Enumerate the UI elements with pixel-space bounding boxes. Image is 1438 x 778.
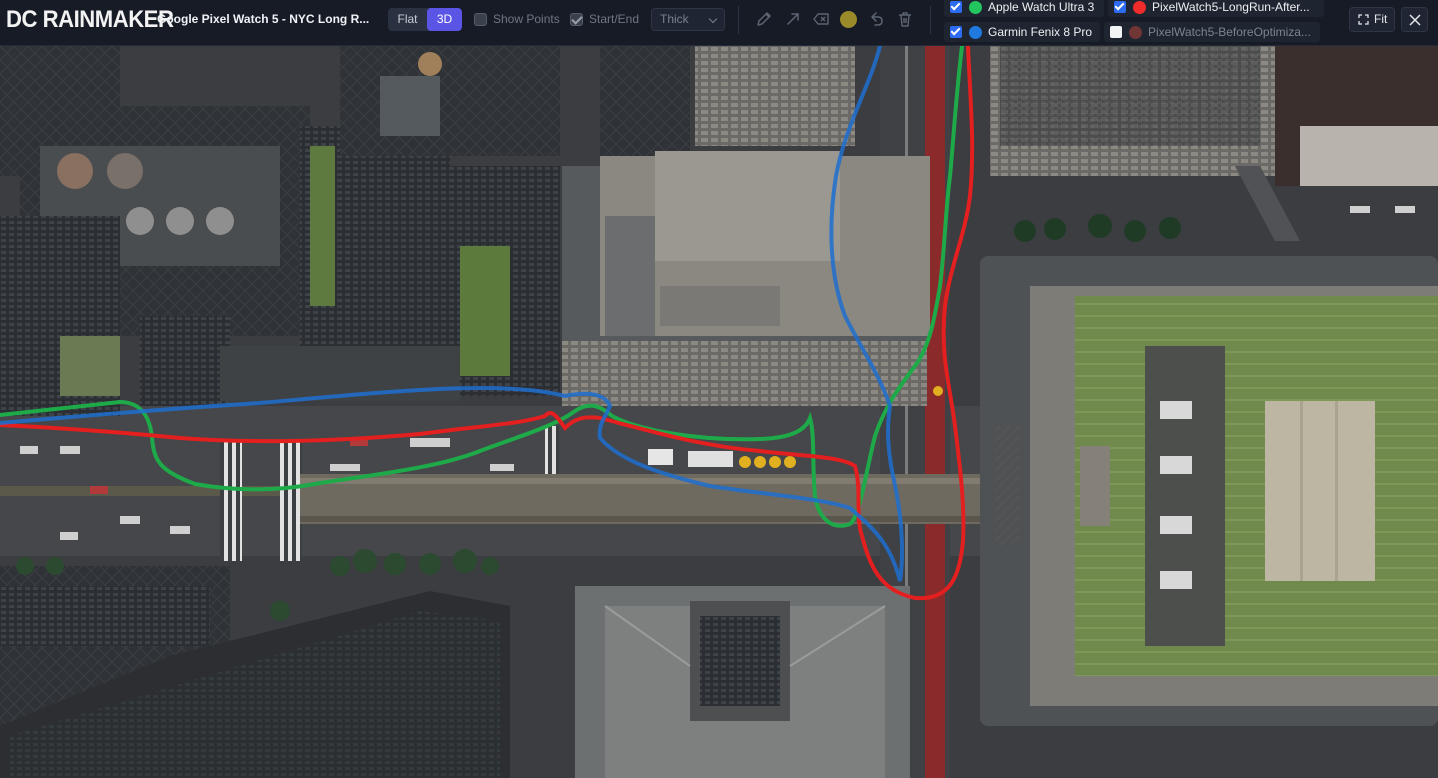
- layer-color-dot[interactable]: [1129, 25, 1142, 39]
- layer-name: Garmin Fenix 8 Pro: [988, 25, 1093, 39]
- satellite-imagery: [0, 46, 1438, 778]
- layer-color-dot[interactable]: [969, 0, 982, 14]
- layer-name: PixelWatch5-LongRun-After...: [1152, 0, 1310, 14]
- view-mode-toggle: Flat 3D: [388, 8, 462, 31]
- close-button[interactable]: [1401, 7, 1428, 32]
- layer-item[interactable]: PixelWatch5-LongRun-After...: [1108, 0, 1324, 17]
- layer-visibility-checkbox[interactable]: [1110, 26, 1122, 38]
- pencil-icon[interactable]: [755, 10, 773, 28]
- layer-visibility-checkbox[interactable]: [950, 26, 962, 38]
- toolbar-divider: [738, 6, 739, 34]
- expand-icon: [1358, 14, 1369, 25]
- app-logo[interactable]: DC RAINMAKER: [6, 7, 174, 33]
- toolbar-divider: [930, 6, 931, 34]
- show-points-toggle[interactable]: Show Points: [474, 12, 560, 26]
- page-title: Google Pixel Watch 5 - NYC Long R...: [157, 12, 370, 26]
- fit-button[interactable]: Fit: [1349, 7, 1395, 32]
- trash-icon[interactable]: [896, 10, 914, 28]
- toolbar: DC RAINMAKER Google Pixel Watch 5 - NYC …: [0, 0, 1438, 46]
- line-width-select[interactable]: Thick: [651, 8, 725, 31]
- undo-icon[interactable]: [867, 10, 885, 28]
- close-icon: [1409, 14, 1421, 26]
- layer-item[interactable]: Apple Watch Ultra 3: [944, 0, 1104, 17]
- start-end-label: Start/End: [589, 12, 640, 26]
- color-swatch[interactable]: [840, 11, 857, 28]
- show-points-checkbox[interactable]: [474, 12, 487, 26]
- show-points-label: Show Points: [493, 12, 560, 26]
- chevron-down-icon: [708, 14, 718, 24]
- layer-name: PixelWatch5-BeforeOptimiza...: [1148, 25, 1311, 39]
- layer-visibility-checkbox[interactable]: [950, 1, 962, 13]
- layer-item[interactable]: PixelWatch5-BeforeOptimiza...: [1104, 22, 1320, 42]
- start-end-toggle[interactable]: Start/End: [570, 12, 639, 26]
- start-end-checkbox[interactable]: [570, 12, 583, 26]
- fit-label: Fit: [1374, 12, 1388, 26]
- layer-item[interactable]: Garmin Fenix 8 Pro: [944, 22, 1100, 42]
- map-view[interactable]: [0, 46, 1438, 778]
- line-width-value: Thick: [660, 12, 689, 26]
- layer-color-dot[interactable]: [969, 25, 982, 39]
- layer-name: Apple Watch Ultra 3: [988, 0, 1095, 14]
- layer-color-dot[interactable]: [1133, 0, 1146, 14]
- layer-visibility-checkbox[interactable]: [1114, 1, 1126, 13]
- eraser-icon[interactable]: [812, 10, 830, 28]
- view-3d-button[interactable]: 3D: [427, 8, 462, 31]
- arrow-icon[interactable]: [784, 10, 802, 28]
- view-flat-button[interactable]: Flat: [388, 8, 427, 31]
